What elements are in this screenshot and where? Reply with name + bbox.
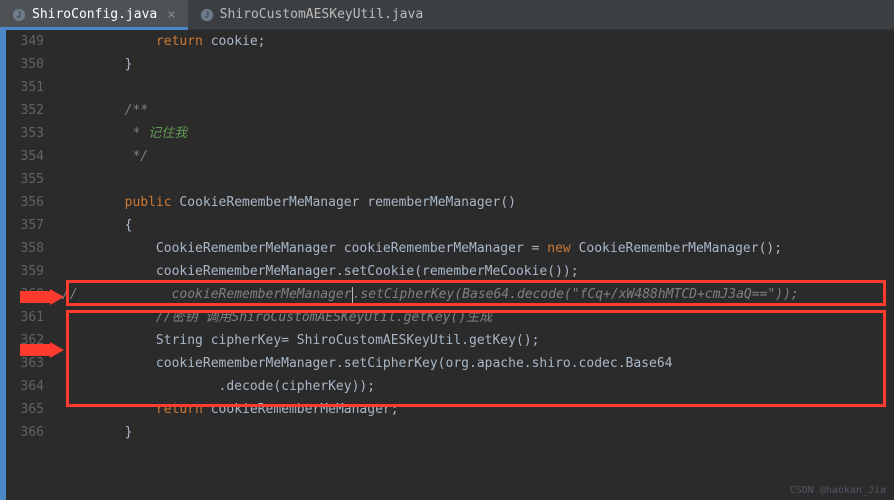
line-number: 349	[6, 30, 44, 53]
code-text: CookieRememberMeManager rememberMeManage…	[172, 195, 516, 210]
line-number: 353	[6, 122, 44, 145]
code-line: }	[62, 421, 894, 444]
code-text: cookie;	[203, 34, 266, 49]
line-number: 354	[6, 145, 44, 168]
comment-cn: 密钥 调用ShiroCustomAESKeyUtil.getKey()生成	[172, 310, 493, 325]
line-number: 358	[6, 237, 44, 260]
close-icon[interactable]: ×	[167, 7, 175, 23]
comment-slash: //	[62, 310, 172, 325]
java-file-icon: J	[200, 8, 214, 22]
keyword: return	[156, 34, 203, 49]
keyword: new	[547, 241, 570, 256]
comment: */	[62, 149, 148, 164]
comment: cookieRememberMeManager	[78, 287, 352, 302]
line-number: 361	[6, 306, 44, 329]
code-line: .decode(cipherKey));	[62, 375, 894, 398]
comment: ));	[775, 287, 798, 302]
comment: /**	[62, 103, 148, 118]
breakpoint-strip	[0, 30, 6, 500]
code-editor[interactable]: 3493503513523533543553563573583593603613…	[0, 30, 894, 500]
code-line	[62, 168, 894, 191]
line-number: 355	[6, 168, 44, 191]
line-number: 360	[6, 283, 44, 306]
keyword: return	[156, 402, 203, 417]
code-line: }	[62, 53, 894, 76]
comment: *	[62, 126, 148, 141]
line-gutter: 3493503513523533543553563573583593603613…	[0, 30, 62, 500]
svg-text:J: J	[17, 10, 21, 19]
comment: .setCipherKey(Base64.decode(	[353, 287, 572, 302]
code-line	[62, 444, 894, 467]
java-file-icon: J	[12, 8, 26, 22]
line-number: 364	[6, 375, 44, 398]
line-number: 359	[6, 260, 44, 283]
code-text: CookieRememberMeManager cookieRememberMe…	[62, 241, 547, 256]
tab-label: ShiroConfig.java	[32, 7, 157, 22]
comment-slash: //	[62, 287, 78, 302]
tab-shirocustom[interactable]: J ShiroCustomAESKeyUtil.java	[188, 0, 436, 29]
line-number: 363	[6, 352, 44, 375]
line-number: 352	[6, 99, 44, 122]
line-number: 350	[6, 53, 44, 76]
code-text: cookieRememberMeManager;	[203, 402, 399, 417]
code-line: cookieRememberMeManager.setCookie(rememb…	[62, 260, 894, 283]
tab-shiroconfig[interactable]: J ShiroConfig.java ×	[0, 0, 188, 29]
line-number: 356	[6, 191, 44, 214]
line-number: 362	[6, 329, 44, 352]
line-number: 365	[6, 398, 44, 421]
code-line: String cipherKey= ShiroCustomAESKeyUtil.…	[62, 329, 894, 352]
svg-text:J: J	[205, 10, 209, 19]
code-text: CookieRememberMeManager();	[571, 241, 782, 256]
line-number: 357	[6, 214, 44, 237]
watermark: CSDN @haokan_Jia	[790, 485, 886, 496]
comment-cn: 记住我	[148, 126, 187, 141]
line-number: 366	[6, 421, 44, 444]
keyword: public	[125, 195, 172, 210]
code-line	[62, 76, 894, 99]
code-line: cookieRememberMeManager.setCipherKey(org…	[62, 352, 894, 375]
code-line: {	[62, 214, 894, 237]
editor-tabs: J ShiroConfig.java × J ShiroCustomAESKey…	[0, 0, 894, 30]
code-area[interactable]: return cookie; } /** * 记住我 */ public Coo…	[62, 30, 894, 500]
line-number: 351	[6, 76, 44, 99]
comment-string: "fCq+/xW488hMTCD+cmJ3aQ=="	[572, 287, 776, 302]
tab-label: ShiroCustomAESKeyUtil.java	[220, 7, 424, 22]
